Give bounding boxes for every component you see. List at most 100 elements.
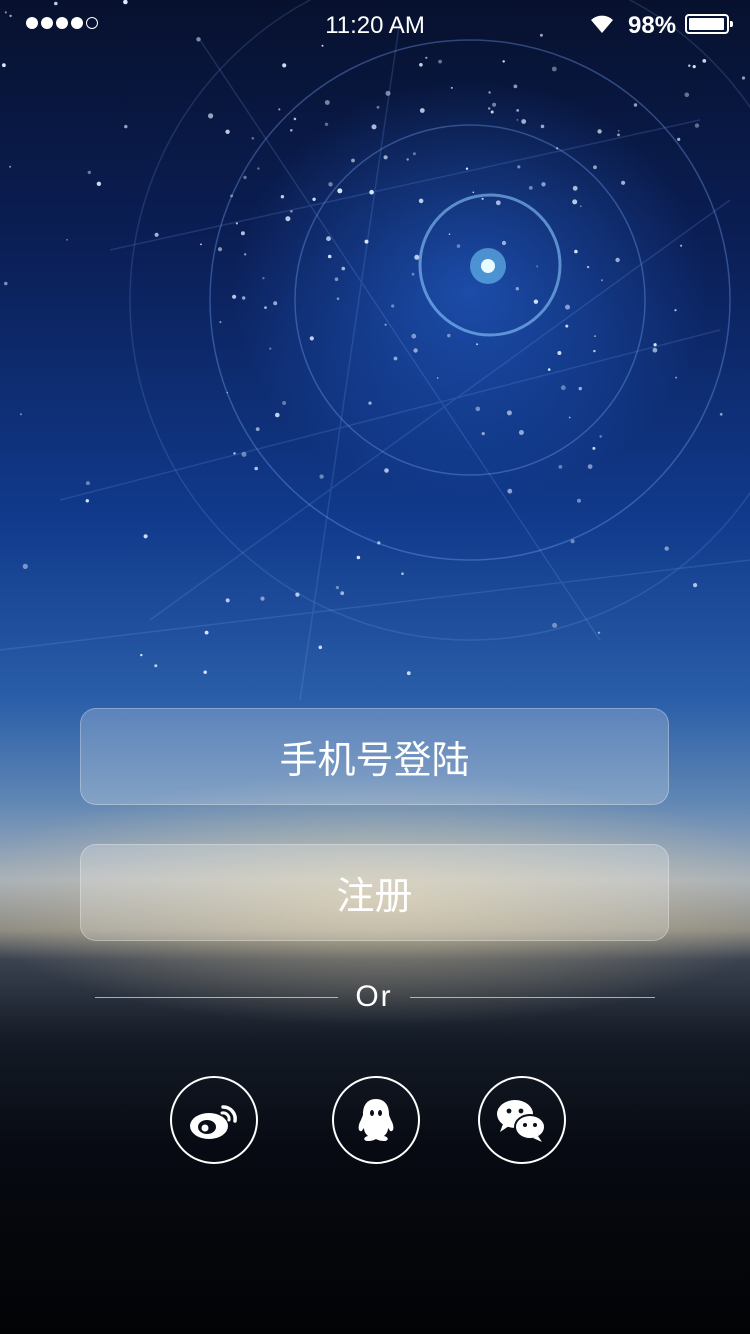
- register-button[interactable]: 注册: [80, 844, 669, 941]
- star: [565, 324, 569, 328]
- star: [242, 296, 246, 300]
- star: [124, 124, 128, 129]
- star: [371, 124, 377, 130]
- star: [702, 59, 707, 63]
- star: [384, 468, 389, 473]
- star: [269, 347, 272, 350]
- star: [285, 216, 291, 222]
- star: [411, 333, 417, 339]
- star: [243, 175, 247, 180]
- star: [66, 238, 68, 241]
- star: [577, 498, 581, 503]
- star: [318, 645, 323, 650]
- star: [278, 108, 281, 111]
- star: [280, 195, 285, 199]
- star: [617, 129, 620, 132]
- star: [515, 287, 519, 291]
- star: [516, 109, 520, 112]
- star: [570, 539, 575, 544]
- star: [565, 304, 570, 310]
- star: [312, 197, 316, 201]
- star: [475, 406, 481, 412]
- star: [282, 63, 287, 68]
- star: [621, 180, 626, 185]
- star: [599, 435, 602, 438]
- star: [328, 182, 333, 187]
- star: [551, 66, 557, 72]
- star: [293, 117, 297, 121]
- star: [364, 239, 369, 244]
- star: [684, 92, 690, 98]
- star: [594, 335, 596, 337]
- star: [438, 59, 442, 64]
- weibo-login-button[interactable]: [170, 1076, 258, 1164]
- phone-login-button[interactable]: 手机号登陆: [80, 708, 669, 805]
- star: [741, 76, 746, 80]
- star: [232, 294, 237, 299]
- star: [273, 301, 278, 306]
- divider-line-left: [95, 997, 338, 998]
- star: [9, 165, 12, 168]
- star: [425, 56, 428, 59]
- star: [230, 194, 234, 198]
- or-label: Or: [355, 980, 393, 1013]
- star: [472, 191, 475, 194]
- star: [557, 351, 562, 355]
- wifi-icon: [591, 15, 613, 33]
- weibo-icon: [190, 1105, 237, 1139]
- battery-percentage: 98%: [628, 12, 677, 39]
- star: [574, 249, 578, 254]
- star: [528, 186, 533, 190]
- star: [140, 653, 143, 657]
- star: [653, 343, 657, 347]
- star: [282, 401, 287, 405]
- star: [677, 137, 681, 141]
- star: [335, 585, 339, 590]
- star: [488, 91, 491, 94]
- qq-login-button[interactable]: [332, 1076, 420, 1164]
- star: [597, 129, 602, 134]
- star: [592, 446, 596, 450]
- star: [200, 243, 202, 246]
- star: [233, 452, 236, 455]
- status-bar: 11:20 AM 98%: [0, 0, 750, 52]
- star: [334, 277, 339, 282]
- star: [465, 167, 469, 170]
- star: [541, 182, 546, 187]
- divider-line-right: [410, 997, 655, 998]
- star: [513, 84, 518, 89]
- star: [448, 233, 451, 235]
- star: [19, 413, 22, 416]
- star: [290, 210, 293, 213]
- star: [664, 546, 669, 551]
- star: [377, 541, 381, 545]
- star: [85, 481, 90, 486]
- star: [586, 265, 590, 269]
- star: [204, 630, 209, 635]
- star: [85, 499, 90, 503]
- star: [540, 124, 545, 129]
- star: [225, 598, 230, 603]
- star: [324, 122, 329, 127]
- star: [568, 416, 571, 419]
- star: [414, 254, 420, 260]
- star: [87, 170, 92, 175]
- star: [517, 165, 521, 169]
- star: [241, 451, 247, 457]
- star: [356, 555, 361, 560]
- wechat-login-button[interactable]: [478, 1076, 566, 1164]
- star: [326, 236, 331, 242]
- star: [154, 232, 159, 237]
- star: [556, 147, 559, 150]
- star: [324, 100, 330, 105]
- star: [336, 297, 340, 301]
- star: [226, 391, 229, 394]
- star: [675, 376, 678, 379]
- star: [492, 102, 497, 107]
- star: [694, 123, 700, 128]
- star: [406, 671, 411, 676]
- star: [251, 137, 255, 140]
- star: [419, 63, 423, 67]
- star: [490, 110, 494, 114]
- battery-icon: [685, 14, 733, 34]
